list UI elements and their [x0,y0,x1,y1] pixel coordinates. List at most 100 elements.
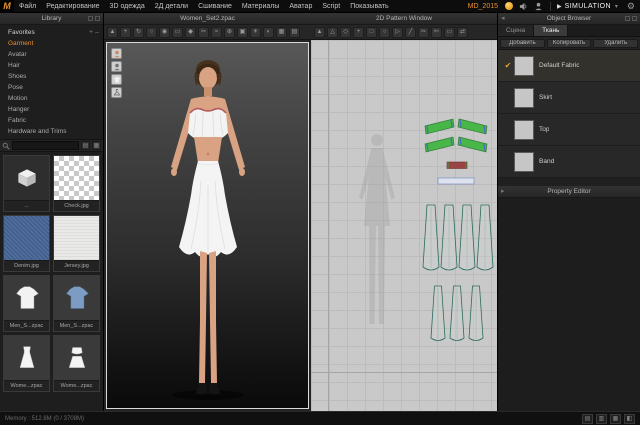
object-browser-header[interactable]: ◂ Object Browser [498,13,640,25]
library-item-shoes[interactable]: Shoes [0,71,103,82]
select-icon[interactable]: ▲ [107,26,118,38]
pin-panel-icon[interactable] [88,16,93,21]
circle-icon[interactable]: ○ [379,26,390,38]
wind-icon[interactable]: ≈ [211,26,222,38]
move-icon[interactable]: + [120,26,131,38]
library-item-favorites[interactable]: Favorites + – [0,27,103,38]
speaker-icon[interactable] [518,1,529,11]
avatar-body-icon[interactable] [111,61,122,72]
avatar-3d-model[interactable] [133,51,283,403]
fabric-swatch[interactable] [514,87,534,108]
render-view-3d[interactable] [106,42,309,409]
fabric-swatch[interactable] [514,119,534,140]
library-item-hanger[interactable]: Hanger [0,104,103,115]
menu-avatar[interactable]: Аватар [284,0,317,13]
menu-3d-garment[interactable]: 3D одежда [105,0,150,13]
simulation-dropdown-icon[interactable]: ▾ [615,3,618,10]
settings-gear-icon[interactable]: ⚙ [627,0,635,13]
pattern-skirt-gores-row2[interactable] [430,285,484,341]
fabric-swatch[interactable] [514,151,534,172]
library-item-motion[interactable]: Motion [0,93,103,104]
fabric-row-skirt[interactable]: Skirt [498,82,640,114]
shadow-icon[interactable]: ◐ [263,26,274,38]
add-fabric-button[interactable]: Добавить [500,38,545,48]
pattern-skirt-gores-row1[interactable] [422,204,494,271]
library-header[interactable]: Library [0,13,103,25]
rotate-icon[interactable]: ↻ [133,26,144,38]
show-avatar-icon[interactable]: ◉ [159,26,170,38]
polygon-icon[interactable]: ▷ [392,26,403,38]
notification-badge-icon[interactable] [505,2,514,10]
texture-icon[interactable]: ▦ [276,26,287,38]
layout-quad-view-icon[interactable]: ▦ [610,413,621,424]
library-thumb-men-garment-2[interactable]: Men_S...zpac [53,275,100,332]
tape-measure-icon[interactable]: ▭ [172,26,183,38]
library-thumb-women-garment-2[interactable]: Wome...zpac [53,335,100,392]
edit-curvature-icon[interactable]: ◇ [340,26,351,38]
add-point-icon[interactable]: + [353,26,364,38]
library-item-garment[interactable]: Garment [0,38,103,49]
library-thumb-check[interactable]: Check.jpg [53,155,100,212]
remove-favorite-icon[interactable]: – [95,29,99,36]
simulation-toggle[interactable]: SIMULATION [565,3,611,10]
property-editor-header[interactable]: ▸ Property Editor [498,186,640,198]
library-item-hardware-trims[interactable]: Hardware and Trims [0,126,103,137]
copy-fabric-button[interactable]: Копировать [546,38,592,48]
garment-ruffle-top[interactable] [187,107,228,141]
menu-materials[interactable]: Материалы [237,0,284,13]
library-thumb-parent-folder[interactable]: ... [3,155,50,212]
layout-single-view-icon[interactable]: ▤ [582,413,593,424]
fabric-row-top[interactable]: Top [498,114,640,146]
gizmo-icon[interactable]: ⊕ [224,26,235,38]
viewport-3d-header[interactable]: Women_Set2.zpac [104,13,311,25]
fabric-row-default[interactable]: Default Fabric [498,50,640,82]
grid-view-icon[interactable]: ▦ [92,141,101,150]
library-item-hair[interactable]: Hair [0,60,103,71]
user-account-icon[interactable] [533,1,544,11]
panel-menu-icon[interactable] [95,16,100,21]
library-thumb-jersey[interactable]: Jersey.jpg [53,215,100,272]
simulation-play-icon[interactable]: ▶ [557,3,562,10]
internal-line-icon[interactable]: ╱ [405,26,416,38]
library-item-fabric[interactable]: Fabric [0,115,103,126]
tab-scene[interactable]: Сцена [498,25,535,36]
menu-script[interactable]: Script [317,0,345,13]
free-sewing-icon[interactable]: ✄ [431,26,442,38]
library-thumb-women-garment-1[interactable]: Wome...zpac [3,335,50,392]
layout-split-view-icon[interactable]: ▥ [596,413,607,424]
pin-icon[interactable]: ◆ [185,26,196,38]
menu-sewing[interactable]: Сшивание [193,0,237,13]
tab-fabric[interactable]: Ткань [534,25,569,36]
pattern-strap-piece[interactable] [437,177,475,185]
garment-visibility-icon[interactable] [111,74,122,85]
pattern-waistband-piece[interactable] [446,161,468,169]
menu-file[interactable]: Файл [14,0,41,13]
edit-pattern-icon[interactable]: △ [327,26,338,38]
search-input[interactable] [12,141,79,150]
viewport-2d-header[interactable]: 2D Pattern Window [311,13,497,25]
light-icon[interactable]: ☀ [250,26,261,38]
layout-custom-view-icon[interactable]: ◧ [624,413,635,424]
sync-icon[interactable]: ⇄ [457,26,468,38]
measure-icon[interactable]: ▭ [444,26,455,38]
menu-2d-patterns[interactable]: 2Д детали [150,0,193,13]
library-thumb-denim[interactable]: Denim.jpg [3,215,50,272]
fabric-row-band[interactable]: Band [498,146,640,178]
sewing-icon[interactable]: ✂ [198,26,209,38]
menu-edit[interactable]: Редактирование [41,0,104,13]
fabric-swatch[interactable] [514,55,534,76]
library-item-pose[interactable]: Pose [0,82,103,93]
zoom-icon[interactable]: ○ [146,26,157,38]
sewing-icon[interactable]: ✂ [418,26,429,38]
avatar-head-icon[interactable] [111,48,122,59]
collapse-panel-icon[interactable]: ◂ [501,13,505,25]
fabric-checkmark-icon[interactable] [502,61,514,70]
pattern-band-pieces[interactable] [424,118,488,153]
panel-menu-icon[interactable] [632,16,637,21]
hanger-icon[interactable] [111,87,122,98]
menu-show[interactable]: Показывать [345,0,393,13]
library-thumb-men-garment-1[interactable]: Men_S...zpac [3,275,50,332]
add-favorite-icon[interactable]: + [89,29,93,36]
rectangle-icon[interactable]: □ [366,26,377,38]
expand-section-icon[interactable]: ▸ [501,186,505,198]
